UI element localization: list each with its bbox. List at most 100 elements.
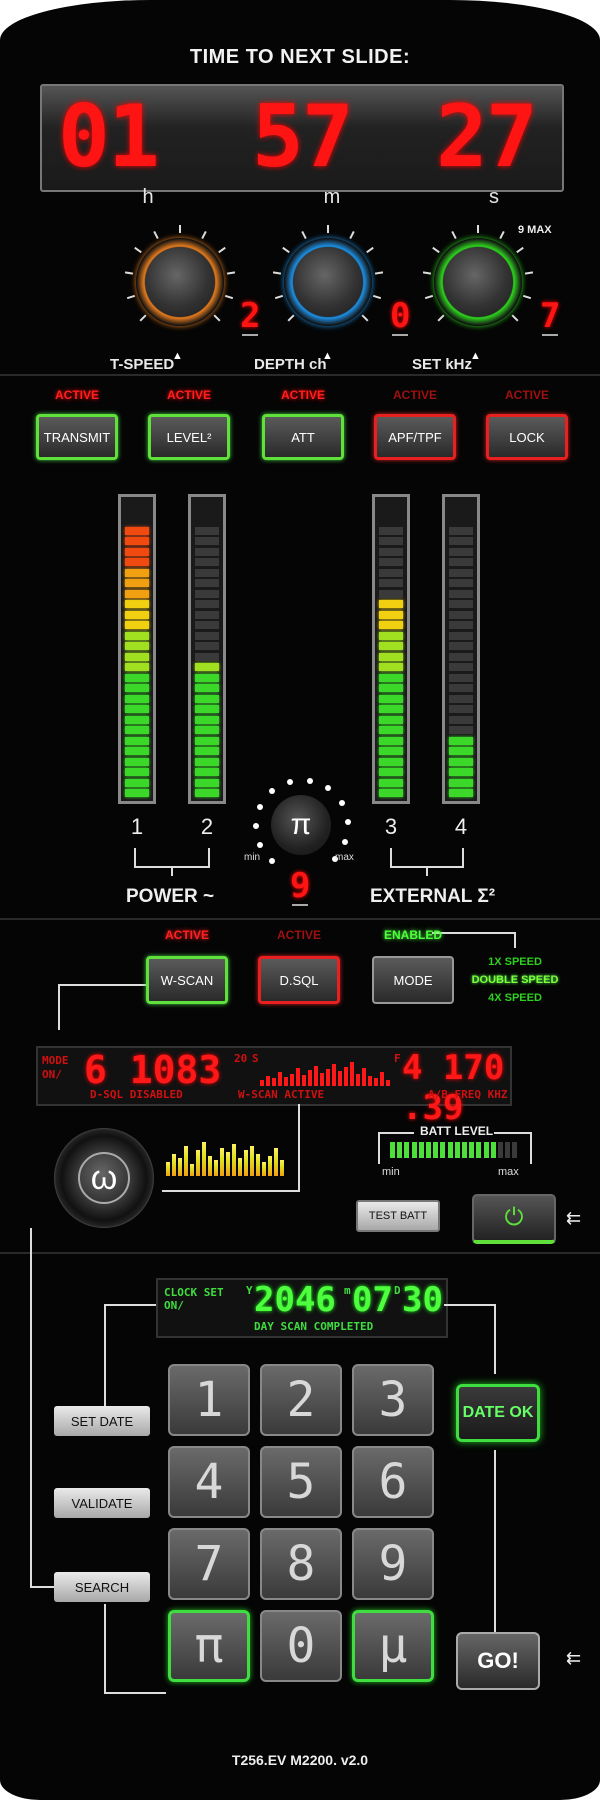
knob-1[interactable] xyxy=(124,225,236,337)
clock-d-label: D xyxy=(394,1284,401,1297)
keypad-key-5[interactable]: 5 xyxy=(260,1446,342,1518)
go-button[interactable]: GO! xyxy=(456,1632,540,1690)
knob-cap[interactable] xyxy=(145,247,215,317)
keypad-key-6[interactable]: 6 xyxy=(352,1446,434,1518)
meter-segment xyxy=(449,673,473,682)
knob-tick xyxy=(124,271,133,275)
clock-y-label: Y xyxy=(246,1284,253,1297)
arrow-left-icon: ⇇ xyxy=(566,1208,582,1228)
omega-knob[interactable]: ω xyxy=(54,1128,154,1228)
meter-segment xyxy=(449,747,473,755)
spectrum-bar xyxy=(196,1150,200,1176)
meter-segment xyxy=(379,736,403,745)
knob-tick xyxy=(287,314,295,322)
knob-tick xyxy=(511,314,519,322)
lcd-footer-left: D-SQL DISABLED xyxy=(90,1088,183,1101)
spectrum-bar xyxy=(278,1072,282,1086)
scan-button-mode[interactable]: MODE xyxy=(372,956,454,1004)
knob-tick xyxy=(437,314,445,322)
meter-segment xyxy=(379,589,403,598)
speed-4x[interactable]: 4X SPEED xyxy=(470,992,560,1004)
spectrum-bar xyxy=(178,1158,182,1176)
meter-segment xyxy=(379,789,403,797)
knob-tick xyxy=(375,271,384,275)
battery-segment xyxy=(411,1142,417,1158)
knob-tick xyxy=(282,247,290,254)
knob-tick xyxy=(274,294,283,300)
dial-max-label: max xyxy=(335,852,354,863)
spectrum-bar xyxy=(362,1068,366,1086)
battery-segment xyxy=(476,1142,482,1158)
meter-segment xyxy=(379,747,403,755)
channel-number: 3 xyxy=(384,814,398,839)
lcd-mode-label: MODE xyxy=(42,1054,69,1067)
set-khz-label: SET kHz xyxy=(412,356,473,373)
meter-segment xyxy=(449,642,473,650)
knob-tick xyxy=(218,247,226,254)
bracket xyxy=(426,866,428,876)
mode-button-att[interactable]: ATT xyxy=(262,414,344,460)
meter-segment xyxy=(125,526,149,535)
mode-button-apftpf[interactable]: APF/TPF xyxy=(374,414,456,460)
keypad-key-3[interactable]: 3 xyxy=(352,1364,434,1436)
keypad-key-7[interactable]: 7 xyxy=(168,1528,250,1600)
connector-line xyxy=(104,1692,166,1694)
validate-button[interactable]: VALIDATE xyxy=(54,1488,150,1518)
spectrum-bar xyxy=(256,1154,260,1176)
meter-segment xyxy=(379,537,403,545)
meter-segment xyxy=(449,684,473,692)
keypad-key-1[interactable]: 1 xyxy=(168,1364,250,1436)
keypad-key-2[interactable]: 2 xyxy=(260,1364,342,1436)
meter-segment xyxy=(125,673,149,682)
keypad-key-pi[interactable]: π xyxy=(168,1610,250,1682)
spectrum-bar xyxy=(320,1073,324,1086)
keypad-key-8[interactable]: 8 xyxy=(260,1528,342,1600)
seconds-tens-digit: 2 xyxy=(436,87,488,187)
knob-cap[interactable] xyxy=(443,247,513,317)
pi-dial-knob[interactable]: π xyxy=(271,795,331,855)
keypad-key-0[interactable]: 0 xyxy=(260,1610,342,1682)
spectrum-bar xyxy=(374,1078,378,1086)
mode-button-lock[interactable]: LOCK xyxy=(486,414,568,460)
meter-segment xyxy=(379,652,403,661)
knob-value-display: 2 xyxy=(240,296,261,336)
keypad-key-9[interactable]: 9 xyxy=(352,1528,434,1600)
meter-segment xyxy=(449,694,473,703)
spectrum-bar xyxy=(368,1076,372,1086)
meter-segment xyxy=(195,663,219,671)
battery-segment xyxy=(426,1142,431,1158)
knob-tick xyxy=(227,271,236,275)
search-button[interactable]: SEARCH xyxy=(54,1572,150,1602)
knob-tick xyxy=(153,230,160,239)
battery-bracket xyxy=(530,1132,532,1164)
scan-button-dsql[interactable]: D.SQL xyxy=(258,956,340,1004)
battery-segment xyxy=(440,1142,446,1158)
meter-segment xyxy=(195,631,219,640)
set-date-button[interactable]: SET DATE xyxy=(54,1406,150,1436)
spectrum-bar xyxy=(350,1062,354,1086)
meter-segment xyxy=(125,568,149,577)
knob-tick xyxy=(523,294,532,300)
knob-cap[interactable] xyxy=(293,247,363,317)
keypad-key-mu[interactable]: µ xyxy=(352,1610,434,1682)
knob-3[interactable] xyxy=(422,225,534,337)
test-batt-button[interactable]: TEST BATT xyxy=(356,1200,440,1232)
hours-label: h xyxy=(142,186,154,208)
mode-button-level[interactable]: LEVEL² xyxy=(148,414,230,460)
speed-1x[interactable]: 1X SPEED xyxy=(470,956,560,968)
date-ok-button[interactable]: DATE OK xyxy=(456,1384,540,1442)
connector-line xyxy=(30,1228,32,1588)
battery-max-label: max xyxy=(498,1166,519,1178)
keypad-key-4[interactable]: 4 xyxy=(168,1446,250,1518)
meter-segment xyxy=(195,694,219,703)
knob-tick xyxy=(432,247,440,254)
meter-segment xyxy=(449,547,473,556)
power-button[interactable]: ⏻ xyxy=(472,1194,556,1244)
dial-dot xyxy=(257,803,264,810)
knob-2[interactable] xyxy=(272,225,384,337)
scan-button-wscan[interactable]: W-SCAN xyxy=(146,956,228,1004)
mode-button-transmit[interactable]: TRANSMIT xyxy=(36,414,118,460)
speed-double[interactable]: DOUBLE SPEED xyxy=(470,974,560,986)
knob-tick xyxy=(179,225,181,233)
battery-segment xyxy=(404,1142,410,1158)
